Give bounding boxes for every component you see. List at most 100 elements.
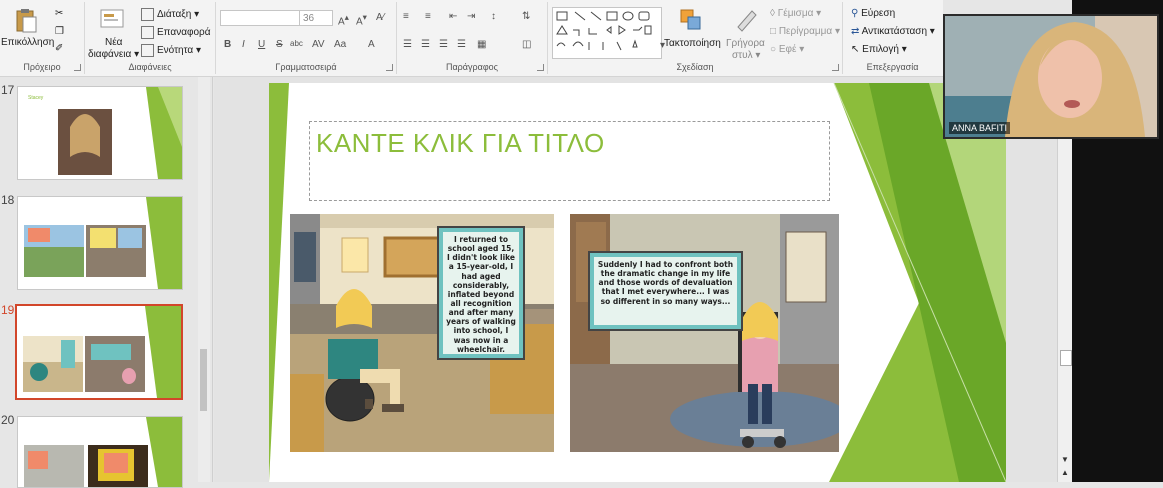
decrease-indent-icon[interactable]: ⇤	[449, 11, 457, 22]
paragraph-launcher-icon[interactable]	[537, 64, 544, 71]
arrange-icon[interactable]	[678, 7, 702, 31]
quick-styles-icon[interactable]	[734, 7, 758, 32]
align-center-icon[interactable]: ☰	[421, 39, 430, 50]
slide-canvas[interactable]: ΚΑΝΤΕ ΚΛΙΚ ΓΙΑ ΤΙΤΛΟ I returned to schoo…	[269, 83, 1006, 482]
shape-outline-button[interactable]: □ Περίγραμμα ▾	[770, 26, 840, 37]
numbering-icon[interactable]: ≡	[425, 11, 431, 22]
layout-label: Διάταξη	[157, 9, 192, 21]
bullets-icon[interactable]: ≡	[403, 11, 409, 22]
paste-icon[interactable]	[14, 8, 38, 33]
quick-styles-label[interactable]: Γρήγορα	[726, 38, 765, 49]
comic-caption-left-text: I returned to school aged 15, I didn't l…	[443, 232, 519, 354]
slide-thumbnail-17[interactable]: Stacey	[17, 86, 183, 180]
align-left-icon[interactable]: ☰	[403, 39, 412, 50]
char-spacing-button[interactable]: AV	[312, 39, 325, 50]
find-icon: ⚲	[851, 8, 859, 19]
drawing-launcher-icon[interactable]	[832, 64, 839, 71]
justify-icon[interactable]: ☰	[457, 39, 466, 50]
change-case-button[interactable]: Aa	[334, 39, 346, 50]
clipboard-group-label: Πρόχειρο	[23, 62, 61, 72]
find-button[interactable]: ⚲ Εύρεση	[851, 8, 895, 19]
scroll-down-icon[interactable]: ▼	[1061, 455, 1069, 464]
font-group-label: Γραμματοσειρά	[275, 62, 337, 72]
shape-outline-label: Περίγραμμα	[778, 26, 833, 37]
comic-scene-office	[570, 214, 839, 452]
comic-caption-right-text: Suddenly I had to confront both the dram…	[594, 257, 737, 325]
new-slide-label[interactable]: Νέα	[105, 37, 122, 48]
italic-button[interactable]: I	[242, 39, 245, 50]
thumbnail-number: 19	[1, 303, 15, 317]
participant-name-label: ANNA BAFITI	[949, 122, 1011, 134]
thumbnail-number: 20	[1, 413, 15, 427]
previous-slide-icon[interactable]: ▲	[1061, 468, 1069, 477]
text-direction-icon[interactable]: ⇅	[522, 11, 530, 22]
scroll-thumb[interactable]	[1060, 350, 1072, 366]
thumbnail-scroll-thumb[interactable]	[200, 349, 207, 411]
replace-button[interactable]: ⇄ Αντικατάσταση ▾	[851, 26, 935, 37]
slide-thumbnail-19[interactable]	[15, 304, 183, 400]
format-painter-icon[interactable]: ✐	[55, 43, 63, 54]
shape-effects-button[interactable]: ○ Εφέ ▾	[770, 44, 804, 55]
editing-group: ⚲ Εύρεση ⇄ Αντικατάσταση ▾ ↖ Επιλογή ▾ Ε…	[843, 2, 942, 74]
line-spacing-icon[interactable]: ↕	[491, 11, 496, 22]
slide-editing-area: ΚΑΝΤΕ ΚΛΙΚ ΓΙΑ ΤΙΤΛΟ I returned to schoo…	[214, 77, 1057, 482]
comic-caption-left: I returned to school aged 15, I didn't l…	[437, 226, 525, 360]
ribbon: Επικόλληση ✂ ❐ ✐ Πρόχειρο Νέα διαφάνεια …	[0, 0, 943, 77]
clear-format-icon[interactable]: A⁄	[376, 12, 384, 23]
quick-styles-button[interactable]: στυλ ▾	[732, 50, 760, 61]
copy-icon[interactable]: ❐	[55, 26, 64, 37]
select-button[interactable]: ↖ Επιλογή ▾	[851, 44, 907, 55]
smartart-icon[interactable]: ◫	[522, 39, 531, 50]
shape-fill-button[interactable]: ◊ Γέμισμα ▾	[770, 8, 821, 19]
cut-icon[interactable]: ✂	[55, 8, 63, 19]
quick-styles-label-2: στυλ	[732, 50, 753, 61]
thumbnail-scrollbar[interactable]	[198, 77, 210, 482]
layout-icon	[141, 8, 154, 21]
layout-button[interactable]: Διάταξη ▾	[141, 8, 199, 21]
shrink-font-icon[interactable]: A▾	[356, 12, 367, 27]
thumbnail-number: 17	[1, 83, 15, 97]
clipboard-launcher-icon[interactable]	[74, 64, 81, 71]
bold-button[interactable]: B	[224, 39, 231, 50]
increase-indent-icon[interactable]: ⇥	[467, 11, 475, 22]
new-slide-button[interactable]: διαφάνεια ▾	[88, 49, 139, 60]
font-color-button[interactable]: A	[368, 39, 375, 50]
underline-button[interactable]: U	[258, 39, 265, 50]
paragraph-group: ≡ ≡ ⇤ ⇥ ↕ ⇅ ☰ ☰ ☰ ☰ ▦ ◫ Παράγραφος	[397, 2, 548, 74]
section-icon	[141, 44, 154, 57]
shapes-gallery[interactable]	[552, 7, 662, 59]
find-label: Εύρεση	[861, 8, 896, 19]
slide-thumbnail-20[interactable]	[17, 416, 183, 488]
comic-panel-right[interactable]: Suddenly I had to confront both the dram…	[570, 214, 839, 452]
shapes-gallery-icons	[556, 11, 652, 51]
align-right-icon[interactable]: ☰	[439, 39, 448, 50]
title-placeholder-text: ΚΑΝΤΕ ΚΛΙΚ ΓΙΑ ΤΙΤΛΟ	[316, 128, 605, 158]
title-placeholder[interactable]: ΚΑΝΤΕ ΚΛΙΚ ΓΙΑ ΤΙΤΛΟ	[309, 121, 830, 201]
participant-video-feed	[945, 16, 1157, 137]
slide-thumbnail-18[interactable]	[17, 196, 183, 290]
comic-panel-left[interactable]: I returned to school aged 15, I didn't l…	[290, 214, 554, 452]
effects-icon: ○	[770, 44, 777, 55]
participant-video[interactable]: ANNA BAFITI	[943, 14, 1159, 139]
paste-button[interactable]: Επικόλληση	[1, 37, 54, 48]
strikethrough-button[interactable]: S	[276, 39, 283, 50]
select-icon: ↖	[851, 44, 860, 55]
comic-caption-right: Suddenly I had to confront both the dram…	[588, 251, 743, 331]
shape-effects-label: Εφέ	[778, 44, 797, 55]
shadow-button[interactable]: abc	[290, 39, 303, 48]
grow-font-icon[interactable]: A▴	[338, 12, 349, 27]
slide-thumbnails-pane: 17 Stacey 18 19 20	[0, 77, 213, 488]
font-size-field[interactable]: 36	[299, 10, 333, 26]
section-button[interactable]: Ενότητα ▾	[141, 44, 201, 57]
drawing-group: ▾ Τακτοποίηση Γρήγορα στυλ ▾ ◊ Γέμισμα ▾…	[548, 2, 843, 74]
arrange-button[interactable]: Τακτοποίηση	[664, 38, 721, 49]
font-name-field[interactable]	[220, 10, 300, 26]
editing-group-label: Επεξεργασία	[866, 62, 919, 72]
new-slide-icon[interactable]	[99, 7, 124, 31]
reset-button[interactable]: Επαναφορά	[141, 26, 211, 39]
shape-fill-label: Γέμισμα	[777, 8, 814, 19]
paragraph-group-label: Παράγραφος	[445, 62, 499, 72]
thumbnail-caption: Stacey	[28, 95, 44, 101]
columns-icon[interactable]: ▦	[477, 39, 486, 50]
font-launcher-icon[interactable]	[386, 64, 393, 71]
